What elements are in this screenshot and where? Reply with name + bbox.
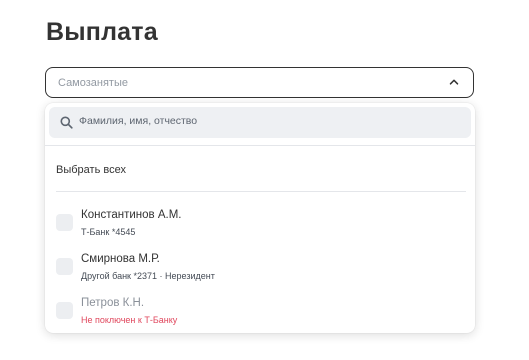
item-name: Петров К.Н. (81, 297, 145, 309)
item-status-warning: Не поключен к Т-Банку (81, 315, 178, 325)
dropdown-panel: Выбрать всех Константинов А.М. Т-Банк *4… (45, 103, 475, 333)
list-item[interactable]: Смирнова М.Р. Другой банк *2371 · Нерези… (45, 250, 475, 290)
page-title: Выплата (46, 18, 158, 46)
search-input[interactable] (79, 115, 439, 127)
checkbox[interactable] (56, 214, 73, 231)
list-item-disabled: Петров К.Н. Не поключен к Т-Банку (45, 294, 475, 333)
payout-type-select[interactable]: Самозанятые (45, 67, 474, 98)
select-value: Самозанятые (58, 77, 128, 89)
checkbox[interactable] (56, 258, 73, 275)
search-icon (60, 116, 73, 129)
select-all-option[interactable]: Выбрать всех (56, 164, 126, 176)
checkbox (56, 302, 73, 319)
item-name: Константинов А.М. (81, 209, 182, 221)
search-field[interactable] (49, 107, 471, 138)
item-name: Смирнова М.Р. (81, 253, 160, 265)
item-details: Другой банк *2371 · Нерезидент (81, 271, 215, 281)
list-item[interactable]: Константинов А.М. Т-Банк *4545 (45, 206, 475, 246)
item-details: Т-Банк *4545 (81, 227, 136, 237)
chevron-up-icon[interactable] (449, 77, 459, 87)
divider (45, 145, 475, 146)
divider (56, 191, 466, 192)
